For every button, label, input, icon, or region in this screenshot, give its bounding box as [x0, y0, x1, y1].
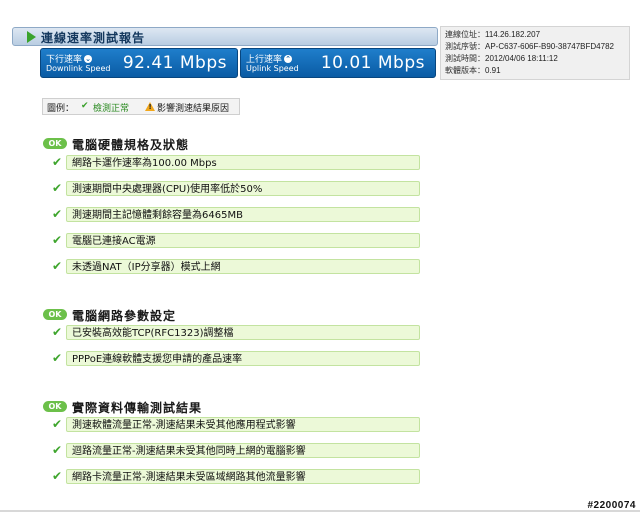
result-item: 未透過NAT（IP分享器）模式上網 — [66, 259, 420, 274]
downlink-value: 92.41 Mbps — [122, 53, 227, 73]
checkmark-icon: ✔ — [81, 101, 89, 111]
footer-divider — [0, 510, 640, 512]
result-item: 網路卡流量正常-測速結果未受區域網路其他流量影響 — [66, 469, 420, 484]
info-row: 測試時間：2012/04/06 18:11:12 — [445, 54, 558, 63]
chevron-up-icon: ⌃ — [284, 55, 293, 63]
uplink-speed-box: 上行速率 ⌃ Uplink Speed 10.01 Mbps — [240, 48, 436, 78]
checkmark-icon: ✔ — [52, 443, 63, 457]
report-title: 連線速率測試報告 — [41, 31, 146, 45]
legend-warn-label: 影響測速結果原因 — [157, 104, 230, 114]
uplink-value: 10.01 Mbps — [320, 53, 425, 73]
checkmark-icon: ✔ — [52, 469, 63, 483]
downlink-speed-box: 下行速率 ⌄ Downlink Speed 92.41 Mbps — [40, 48, 238, 78]
result-item: 電腦已連接AC電源 — [66, 233, 420, 248]
result-item: 測速期間中央處理器(CPU)使用率低於50% — [66, 181, 420, 196]
result-item: 測速軟體流量正常-測速結果未受其他應用程式影響 — [66, 417, 420, 432]
checkmark-icon: ✔ — [52, 325, 63, 339]
checkmark-icon: ✔ — [52, 259, 63, 273]
info-row: 測試序號：AP-C637-606F-B90-38747BFD4782 — [445, 42, 614, 51]
chevron-down-icon: ⌄ — [84, 55, 93, 63]
legend-ok-label: 檢測正常 — [93, 104, 130, 114]
test-info-panel: 連線位址：114.26.182.207 測試序號：AP-C637-606F-B9… — [440, 26, 630, 80]
result-item: 網路卡運作速率為100.00 Mbps — [66, 155, 420, 170]
uplink-label-en: Uplink Speed — [246, 64, 299, 73]
watermark: #2200074 — [587, 500, 636, 511]
ok-badge: OK — [43, 138, 67, 149]
legend: 圖例： ✔ 檢測正常 ! 影響測速結果原因 — [42, 98, 240, 115]
report-title-bar: 連線速率測試報告 — [12, 27, 438, 46]
result-item: 迴路流量正常-測速結果未受其他同時上網的電腦影響 — [66, 443, 420, 458]
section-title-hardware: 電腦硬體規格及狀態 — [72, 138, 190, 152]
downlink-label-en: Downlink Speed — [46, 64, 111, 73]
checkmark-icon: ✔ — [52, 181, 63, 195]
checkmark-icon: ✔ — [52, 233, 63, 247]
checkmark-icon: ✔ — [52, 207, 63, 221]
section-title-transfer: 實際資料傳輸測試結果 — [72, 401, 203, 415]
result-item: 測速期間主記憶體剩餘容量為6465MB — [66, 207, 420, 222]
checkmark-icon: ✔ — [52, 155, 63, 169]
ok-badge: OK — [43, 309, 67, 320]
result-item: 已安裝高效能TCP(RFC1323)調整檔 — [66, 325, 420, 340]
play-arrow-icon — [27, 31, 36, 43]
legend-label: 圖例： — [47, 104, 75, 114]
info-row: 連線位址：114.26.182.207 — [445, 30, 541, 39]
checkmark-icon: ✔ — [52, 417, 63, 431]
checkmark-icon: ✔ — [52, 351, 63, 365]
ok-badge: OK — [43, 401, 67, 412]
result-item: PPPoE連線軟體支援您申請的產品速率 — [66, 351, 420, 366]
info-row: 軟體版本：0.91 — [445, 66, 501, 75]
section-title-network: 電腦網路參數設定 — [72, 309, 177, 323]
